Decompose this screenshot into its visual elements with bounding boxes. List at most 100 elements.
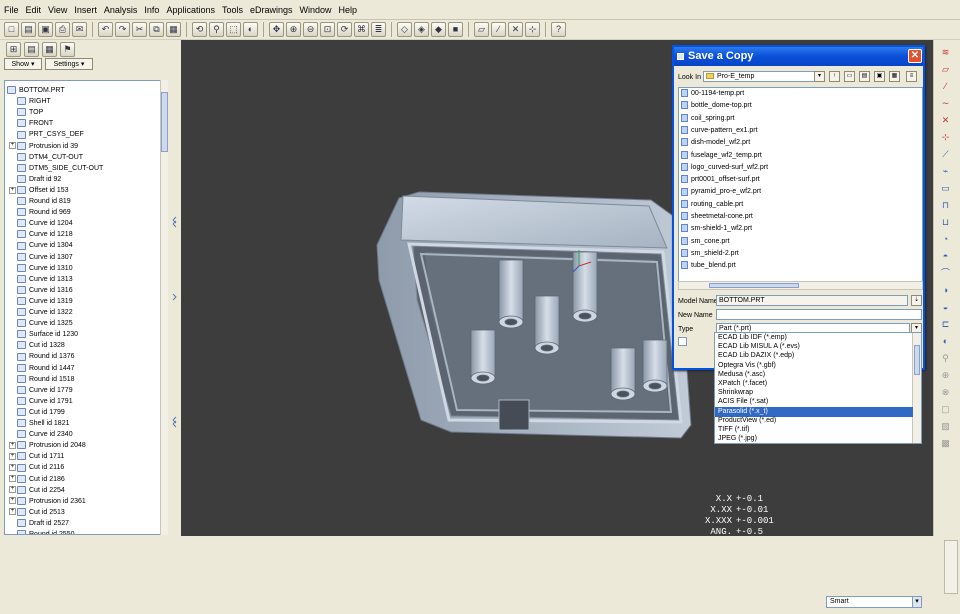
- tree-item[interactable]: + Cut id 2116: [9, 462, 159, 473]
- feature-tool-icon[interactable]: ▱: [938, 63, 953, 75]
- whats-this-icon[interactable]: ?: [551, 22, 566, 37]
- expand-icon[interactable]: +: [9, 464, 16, 472]
- tree-item[interactable]: Curve id 1316: [17, 285, 167, 296]
- orient-icon[interactable]: ⟳: [337, 22, 352, 37]
- feature-tool-icon[interactable]: ▨: [938, 420, 953, 432]
- tree-item[interactable]: FRONT: [17, 118, 167, 129]
- feature-tool-icon[interactable]: ⊹: [938, 131, 953, 143]
- message-scrollbar[interactable]: [944, 540, 958, 594]
- model-tree-scrollbar[interactable]: [160, 80, 168, 535]
- feature-tool-icon[interactable]: ▭: [938, 182, 953, 194]
- file-item[interactable]: fuselage_wf2_temp.prt: [681, 150, 762, 162]
- tree-item[interactable]: + Protrusion id 39: [9, 141, 159, 152]
- type-dropdown-list[interactable]: ECAD Lib IDF (*.emp) ECAD Lib MISUL A (*.…: [714, 332, 922, 444]
- file-list-scrollbar[interactable]: [678, 281, 923, 290]
- feature-tool-icon[interactable]: ◔: [938, 233, 953, 245]
- feature-tool-icon[interactable]: ▢: [938, 403, 953, 415]
- file-item[interactable]: routing_cable.prt: [681, 199, 743, 211]
- expand-icon[interactable]: +: [9, 475, 16, 483]
- show-button[interactable]: Show ▾: [4, 58, 42, 70]
- tree-item[interactable]: Curve id 1322: [17, 307, 167, 318]
- tree-item[interactable]: Draft id 2527: [17, 518, 167, 529]
- menu-analysis[interactable]: Analysis: [104, 5, 138, 15]
- menu-insert[interactable]: Insert: [74, 5, 97, 15]
- tree-item[interactable]: Round id 969: [17, 207, 167, 218]
- file-item[interactable]: curve-pattern_ex1.prt: [681, 125, 758, 137]
- file-item[interactable]: sm_cone.prt: [681, 236, 730, 248]
- look-in-dropdown[interactable]: Pro-E_temp: [703, 71, 823, 82]
- tree-item[interactable]: + Protrusion id 2361: [9, 496, 159, 507]
- working-dir-icon[interactable]: ▭: [844, 71, 855, 82]
- feature-tool-icon[interactable]: ⊏: [938, 318, 953, 330]
- find-icon[interactable]: ⚲: [209, 22, 224, 37]
- tree-item[interactable]: + Cut id 2254: [9, 485, 159, 496]
- expand-icon[interactable]: +: [9, 452, 16, 460]
- tree-filter-icon[interactable]: ⊞: [6, 41, 21, 57]
- print-icon[interactable]: ⎙: [55, 22, 70, 37]
- tree-item[interactable]: Cut id 1328: [17, 340, 167, 351]
- tree-columns-icon[interactable]: ▤: [24, 41, 39, 57]
- tree-item[interactable]: TOP: [17, 107, 167, 118]
- menu-help[interactable]: Help: [339, 5, 358, 15]
- file-item[interactable]: tube_blend.prt: [681, 260, 736, 272]
- tree-item[interactable]: + Protrusion id 2048: [9, 440, 159, 451]
- tree-item[interactable]: Curve id 1313: [17, 274, 167, 285]
- in-session-icon[interactable]: ▤: [859, 71, 870, 82]
- saved-views-icon[interactable]: ⌘: [354, 22, 369, 37]
- regenerate-icon[interactable]: ⟲: [192, 22, 207, 37]
- close-button[interactable]: ✕: [908, 49, 922, 63]
- type-scroll-thumb[interactable]: [914, 345, 920, 375]
- new-folder-icon[interactable]: ▣: [874, 71, 885, 82]
- tree-item[interactable]: + Offset id 153: [9, 185, 159, 196]
- file-item[interactable]: bottle_dome-top.prt: [681, 100, 752, 112]
- menu-applications[interactable]: Applications: [166, 5, 215, 15]
- tree-item[interactable]: Curve id 1218: [17, 229, 167, 240]
- menu-file[interactable]: File: [4, 5, 19, 15]
- file-item[interactable]: sheetmetal-cone.prt: [681, 211, 753, 223]
- file-item[interactable]: dish-model_wf2.prt: [681, 137, 750, 149]
- tree-item[interactable]: Curve id 1310: [17, 263, 167, 274]
- feature-tool-icon[interactable]: ◐: [938, 335, 953, 347]
- feature-tool-icon[interactable]: ⟋: [938, 148, 953, 160]
- settings-button[interactable]: Settings ▾: [45, 58, 93, 70]
- tree-item[interactable]: + Cut id 2186: [9, 474, 159, 485]
- feature-tool-icon[interactable]: ⊓: [938, 199, 953, 211]
- copy-icon[interactable]: ⧉: [149, 22, 164, 37]
- redo-icon[interactable]: ↷: [115, 22, 130, 37]
- tree-item[interactable]: PRT_CSYS_DEF: [17, 129, 167, 140]
- feature-tool-icon[interactable]: ⚲: [938, 352, 953, 364]
- layer-tree-icon[interactable]: ▦: [42, 41, 57, 57]
- option-checkbox[interactable]: [678, 337, 687, 346]
- layers-icon[interactable]: ≣: [371, 22, 386, 37]
- model-pick-icon[interactable]: ⇣: [911, 295, 922, 306]
- tree-item[interactable]: Curve id 1319: [17, 296, 167, 307]
- expand-icon[interactable]: +: [9, 486, 16, 494]
- email-icon[interactable]: ✉: [72, 22, 87, 37]
- menu-edit[interactable]: Edit: [26, 5, 42, 15]
- feature-tool-icon[interactable]: ⌁: [938, 165, 953, 177]
- feature-tool-icon[interactable]: ⊗: [938, 386, 953, 398]
- tree-item[interactable]: DTM5_SIDE_CUT-OUT: [17, 163, 167, 174]
- menu-tools[interactable]: Tools: [222, 5, 243, 15]
- expand-icon[interactable]: +: [9, 441, 16, 449]
- menu-window[interactable]: Window: [300, 5, 332, 15]
- refit-icon[interactable]: ⊡: [320, 22, 335, 37]
- menu-info[interactable]: Info: [144, 5, 159, 15]
- type-list-scrollbar[interactable]: [912, 333, 921, 443]
- file-item[interactable]: coil_spring.prt: [681, 113, 735, 125]
- file-item[interactable]: prt0001_offset-surf.prt: [681, 174, 760, 186]
- tree-item[interactable]: Cut id 1799: [17, 407, 167, 418]
- feature-tool-icon[interactable]: ◒: [938, 301, 953, 313]
- menu-view[interactable]: View: [48, 5, 67, 15]
- datum-axes-icon[interactable]: ∕: [491, 22, 506, 37]
- tree-item[interactable]: Curve id 1779: [17, 385, 167, 396]
- file-list[interactable]: 00-1194-temp.prt bottle_dome-top.prt coil_…: [678, 87, 923, 287]
- wireframe-icon[interactable]: ◇: [397, 22, 412, 37]
- desktop-icon[interactable]: ▦: [889, 71, 900, 82]
- feature-tool-icon[interactable]: ⊔: [938, 216, 953, 228]
- tree-item[interactable]: Curve id 1204: [17, 218, 167, 229]
- panel-splitter[interactable]: [170, 40, 180, 535]
- look-in-dropdown-icon[interactable]: ▾: [814, 71, 825, 82]
- tree-item[interactable]: RIGHT: [17, 96, 167, 107]
- feature-tool-icon[interactable]: ≋: [938, 46, 953, 58]
